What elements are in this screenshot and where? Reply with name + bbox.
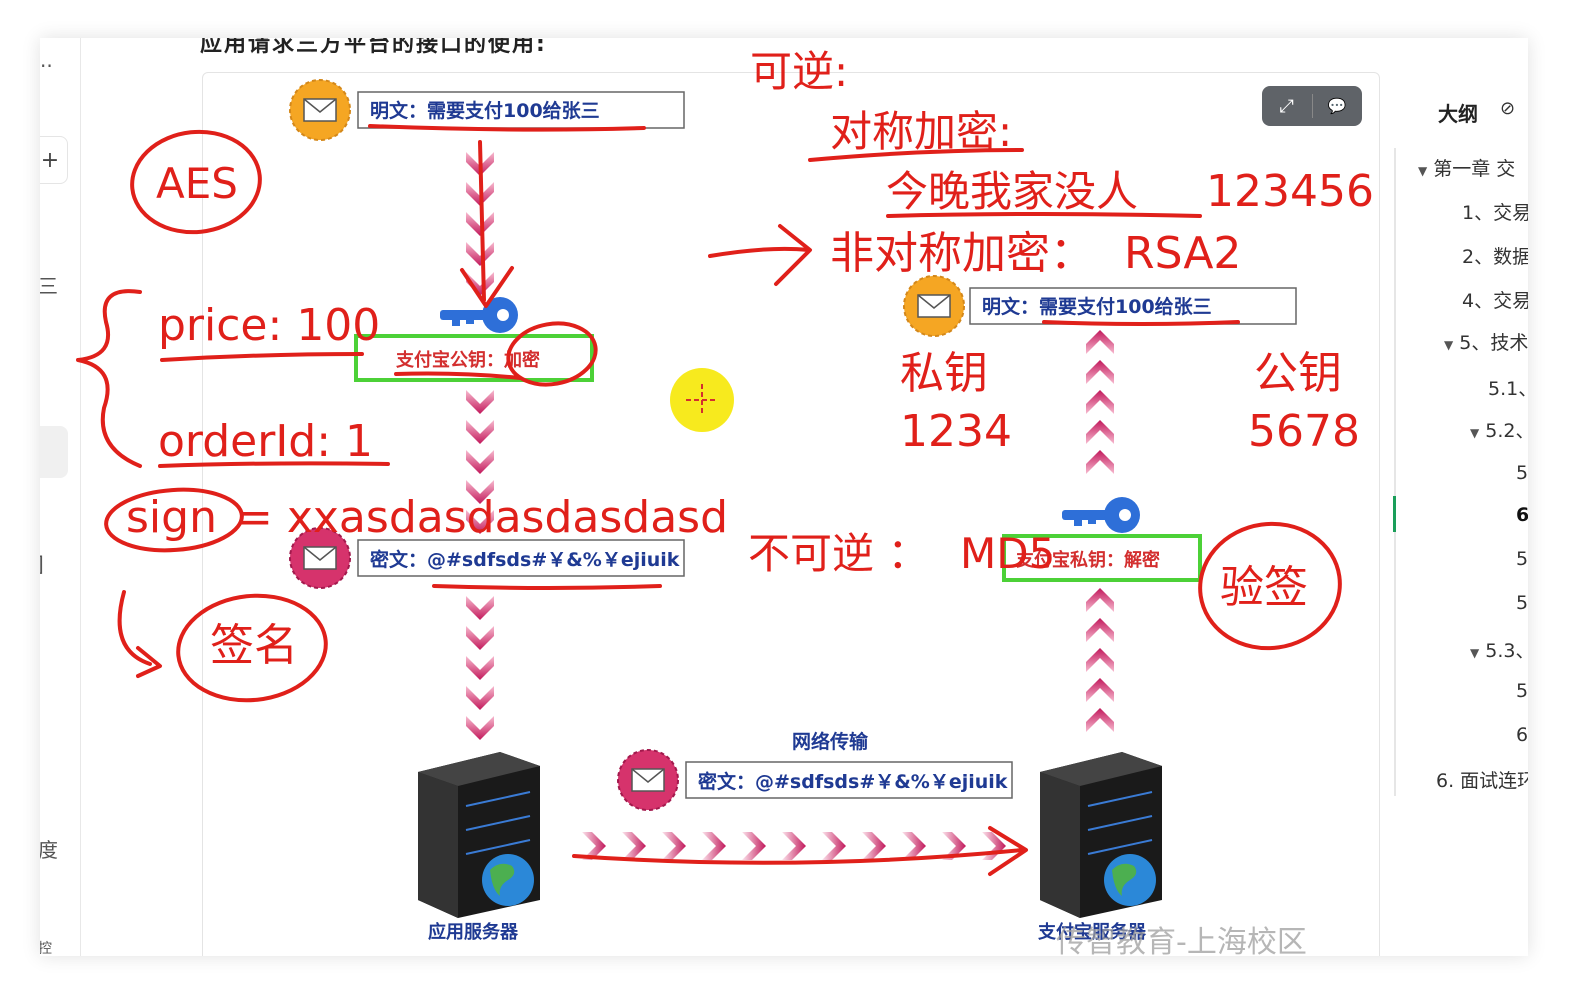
annotation-public-num: 5678 bbox=[1248, 406, 1360, 457]
annotation-private-num: 1234 bbox=[900, 406, 1012, 457]
key-icon bbox=[1062, 497, 1140, 533]
annotation-reversible: 可逆: bbox=[750, 47, 848, 96]
annotation-tonight: 今晚我家没人 bbox=[886, 167, 1138, 216]
plaintext-right-label: 明文：需要支付100给张三 bbox=[982, 295, 1212, 318]
underline-cipher-left bbox=[432, 584, 662, 590]
envelope-icon bbox=[903, 275, 965, 337]
annotation-public-key: 公钥 bbox=[1254, 348, 1342, 399]
annotation-price: price: 100 bbox=[158, 300, 380, 351]
annotation-asymmetric: 非对称加密： bbox=[830, 228, 1094, 279]
plaintext-left-label: 明文：需要支付100给张三 bbox=[370, 99, 600, 122]
brace bbox=[76, 289, 142, 468]
ciphertext-network-label: 密文：@#sdfsds#￥&%￥ejiuik bbox=[698, 770, 1008, 793]
arrow-to-asymmetric bbox=[708, 224, 812, 286]
underline-price bbox=[160, 352, 364, 362]
annotation-verify: 验签 bbox=[1220, 562, 1308, 613]
annotation-aes: AES bbox=[156, 159, 238, 208]
annotation-private-key: 私钥 bbox=[900, 348, 988, 399]
diagram-canvas: 明文：需要支付100给张三 支付宝公钥：加密 密文：@#sdfsds#￥&%￥e… bbox=[76, 47, 1374, 960]
cursor-highlight bbox=[670, 368, 734, 432]
network-label: 网络传输 bbox=[792, 730, 869, 753]
alipay-server-icon bbox=[1040, 752, 1162, 918]
ciphertext-left-label: 密文：@#sdfsds#￥&%￥ejiuik bbox=[370, 548, 680, 571]
annotation-symmetric: 对称加密: bbox=[830, 107, 1012, 156]
flow-arrow-left-bottom bbox=[466, 596, 494, 740]
annotation-sign-word: sign bbox=[126, 492, 217, 543]
annotation-123456: 123456 bbox=[1206, 166, 1374, 217]
public-key-label: 支付宝公钥：加密 bbox=[395, 349, 540, 371]
app-server-label: 应用服务器 bbox=[428, 921, 519, 943]
annotation-orderid: orderId: 1 bbox=[158, 416, 373, 467]
envelope-icon bbox=[289, 79, 351, 141]
flow-arrow-right-top bbox=[1086, 330, 1114, 474]
annotation-irreversible: 不可逆 ： bbox=[748, 529, 929, 578]
annotation-signature: 签名 bbox=[210, 620, 298, 671]
watermark: 传智教育-上海校区 bbox=[1056, 925, 1307, 960]
annotation-sign-rest: = xxasdasdasdasdasd bbox=[236, 492, 728, 543]
arrow-to-signature bbox=[117, 590, 162, 678]
app-server-icon bbox=[418, 752, 540, 918]
underline-plaintext-right bbox=[1042, 320, 1240, 326]
flow-arrow-right-bottom bbox=[1086, 588, 1114, 732]
key-icon bbox=[440, 297, 518, 333]
annotation-rsa2: RSA2 bbox=[1124, 228, 1241, 279]
annotation-md5: MD5 bbox=[960, 529, 1055, 578]
envelope-icon bbox=[617, 749, 679, 811]
